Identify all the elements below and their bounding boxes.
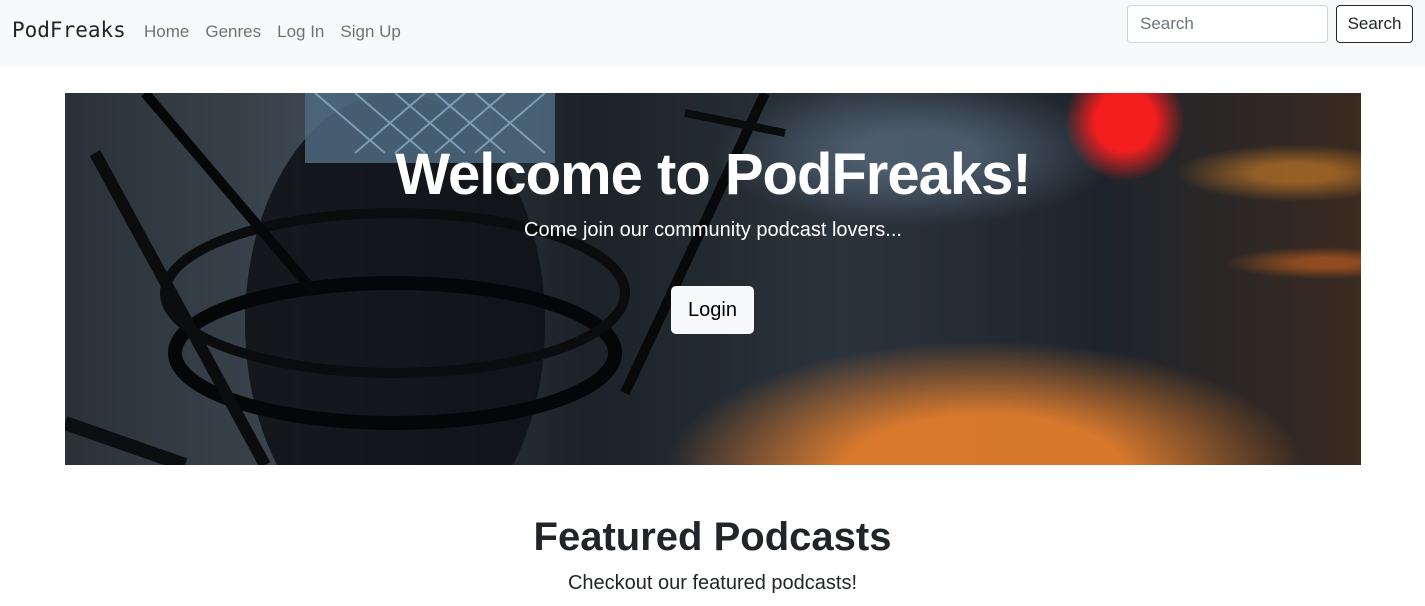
search-input[interactable] [1127, 5, 1328, 43]
search-button[interactable]: Search [1336, 5, 1413, 43]
featured-title: Featured Podcasts [533, 515, 892, 559]
brand-logo[interactable]: PodFreaks [12, 18, 126, 42]
nav-link-genres[interactable]: Genres [205, 22, 261, 42]
nav-link-home[interactable]: Home [144, 22, 189, 42]
hero-login-button[interactable]: Login [671, 286, 754, 334]
nav-links: Home Genres Log In Sign Up [144, 22, 417, 42]
hero-title: Welcome to PodFreaks! [395, 142, 1031, 207]
nav-link-signup[interactable]: Sign Up [340, 22, 400, 42]
navbar: PodFreaks Home Genres Log In Sign Up Sea… [0, 0, 1425, 67]
hero-banner: Welcome to PodFreaks! Come join our comm… [65, 93, 1361, 465]
featured-subtitle: Checkout our featured podcasts! [567, 572, 858, 594]
nav-link-login[interactable]: Log In [277, 22, 324, 42]
hero-subtitle: Come join our community podcast lovers..… [524, 219, 902, 241]
